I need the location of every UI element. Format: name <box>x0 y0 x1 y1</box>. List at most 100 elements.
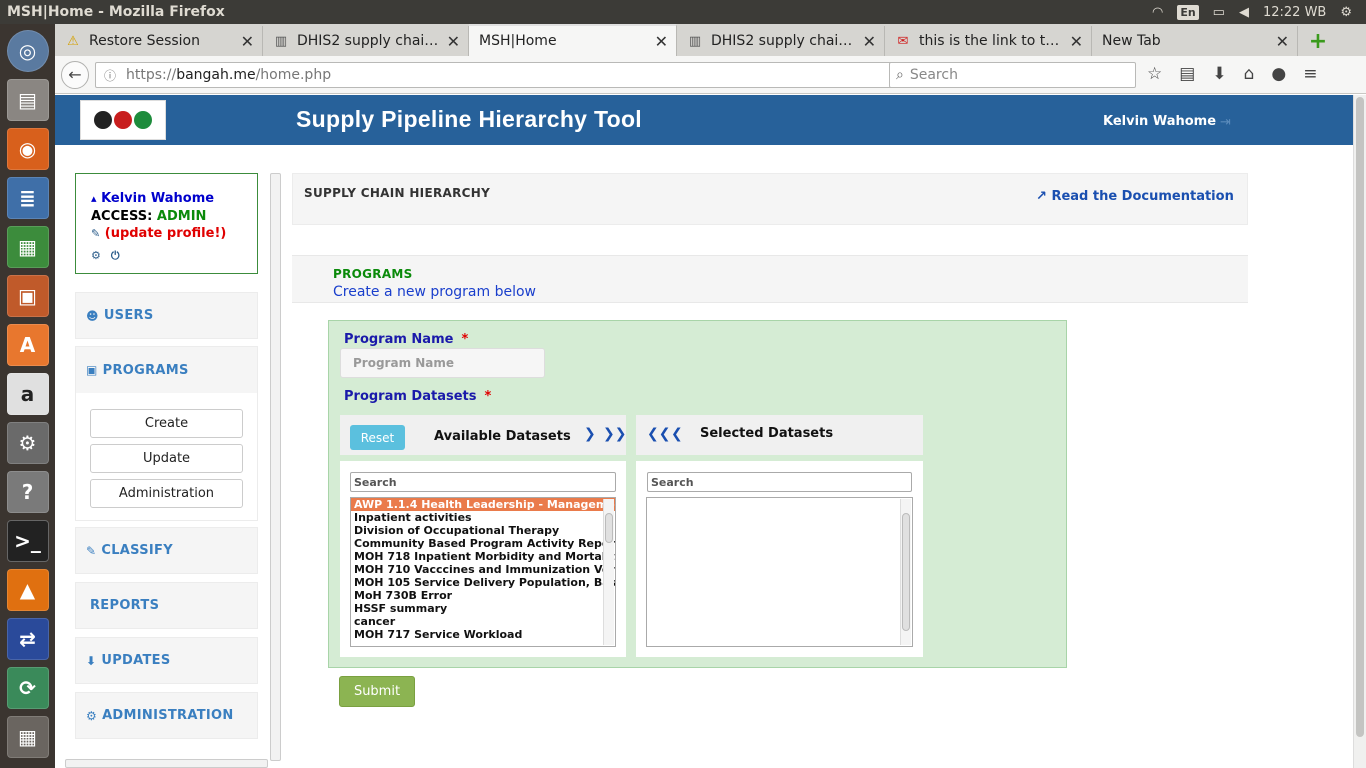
available-datasets-panel: Search AWP 1.1.4 Health Leadership - Man… <box>340 461 626 657</box>
sidebar-item-updates[interactable]: ⬇ UPDATES <box>75 637 258 684</box>
close-tab-icon[interactable]: ✕ <box>241 32 254 51</box>
list-item[interactable]: Community Based Program Activity Report <box>351 537 615 550</box>
help-icon[interactable]: ? <box>6 471 49 513</box>
update-profile-link[interactable]: (update profile!) <box>105 226 227 241</box>
os-top-bar: MSH|Home - Mozilla Firefox ◠ En ▭ ◀ 12:2… <box>0 0 1366 24</box>
software-center-icon[interactable]: A <box>6 324 49 366</box>
sidebar-item-users[interactable]: ☻ USERS <box>75 292 258 339</box>
move-left-icon[interactable]: ❮ <box>671 426 683 442</box>
logo[interactable] <box>80 100 166 140</box>
calc-icon[interactable]: ▦ <box>6 226 49 268</box>
list-item[interactable]: AWP 1.1.4 Health Leadership - Management <box>351 498 615 511</box>
settings-gear-icon[interactable]: ⚙ <box>91 247 101 265</box>
create-program-button[interactable]: Create <box>90 409 243 438</box>
tab-restore-session[interactable]: ⚠ Restore Session ✕ <box>55 26 263 56</box>
new-tab-button[interactable]: + <box>1298 26 1338 56</box>
tab-gmail[interactable]: ✉ this is the link to the... ✕ <box>885 26 1092 56</box>
sidebar-item-programs[interactable]: ▣ PROGRAMS Create Update Administration <box>75 346 258 521</box>
network-tool-icon[interactable]: ⇄ <box>6 618 49 660</box>
url-bar[interactable]: ⓘ https://bangah.me/home.php ▾ ⟳ <box>95 62 941 88</box>
move-all-right-icon[interactable]: ❯❯ <box>603 426 626 442</box>
vlc-icon[interactable]: ▲ <box>6 569 49 611</box>
tab-new-tab[interactable]: New Tab ✕ <box>1092 26 1298 56</box>
sidebar-item-classify[interactable]: ✎ CLASSIFY <box>75 527 258 574</box>
close-tab-icon[interactable]: ✕ <box>1276 32 1289 51</box>
scroll-thumb[interactable] <box>1356 97 1364 737</box>
close-tab-icon[interactable]: ✕ <box>863 32 876 51</box>
clock[interactable]: 12:22 WB <box>1263 5 1326 20</box>
keyboard-layout-indicator[interactable]: En <box>1177 4 1199 20</box>
battery-icon[interactable]: ▭ <box>1213 5 1225 20</box>
close-tab-icon[interactable]: ✕ <box>655 32 668 51</box>
download-icon[interactable]: ⬇ <box>1212 64 1226 84</box>
chat-icon[interactable]: ● <box>1271 64 1286 84</box>
volume-icon[interactable]: ◀ <box>1239 5 1249 20</box>
available-datasets-list[interactable]: AWP 1.1.4 Health Leadership - Management… <box>350 497 616 647</box>
close-tab-icon[interactable]: ✕ <box>1070 32 1083 51</box>
edit-icon: ✎ <box>91 227 101 240</box>
power-icon[interactable]: ⏻ <box>111 247 120 265</box>
list-item[interactable]: Inpatient activities <box>351 511 615 524</box>
menu-icon[interactable]: ≡ <box>1303 64 1317 84</box>
update-program-button[interactable]: Update <box>90 444 243 473</box>
reading-list-icon[interactable]: ▤ <box>1179 64 1195 84</box>
site-info-icon[interactable]: ⓘ <box>104 67 116 84</box>
impress-icon[interactable]: ▣ <box>6 275 49 317</box>
writer-icon[interactable]: ≣ <box>6 177 49 219</box>
list-item[interactable]: MOH 105 Service Delivery Population, Bas… <box>351 576 615 589</box>
available-datasets-header: Reset Available Datasets ❯ ❯❯ <box>340 415 626 455</box>
sign-out-icon[interactable]: ⇥ <box>1220 115 1231 130</box>
workspace-switcher-icon[interactable]: ▦ <box>6 716 49 758</box>
wifi-icon[interactable]: ◠ <box>1152 5 1163 20</box>
update-profile-line[interactable]: ✎ (update profile!) <box>91 225 257 243</box>
page-scrollbar[interactable] <box>1353 95 1366 768</box>
reset-button[interactable]: Reset <box>350 425 405 450</box>
tab-dhis2-2[interactable]: ▥ DHIS2 supply chain ... ✕ <box>677 26 885 56</box>
list-item[interactable]: MOH 717 Service Workload <box>351 628 615 641</box>
administration-program-button[interactable]: Administration <box>90 479 243 508</box>
settings-icon[interactable]: ⚙ <box>6 422 49 464</box>
logo-mark-red <box>114 111 132 129</box>
power-gear-icon[interactable]: ⚙ <box>1340 5 1352 20</box>
move-all-left-icon[interactable]: ❮❮ <box>647 426 670 442</box>
terminal-icon[interactable]: >_ <box>6 520 49 562</box>
list-item[interactable]: HSSF summary <box>351 602 615 615</box>
update-manager-icon[interactable]: ⟳ <box>6 667 49 709</box>
profile-name[interactable]: Kelvin Wahome <box>101 191 214 206</box>
submit-button[interactable]: Submit <box>339 676 415 707</box>
scroll-thumb[interactable] <box>902 513 910 631</box>
selected-search-input[interactable]: Search <box>647 472 912 492</box>
sidebar-horizontal-scrollbar[interactable] <box>65 759 268 768</box>
logo-mark-black <box>94 111 112 129</box>
list-item[interactable]: MOH 710 Vacccines and Immunization Versi… <box>351 563 615 576</box>
search-input[interactable]: ⌕ Search <box>889 62 1136 88</box>
tab-dhis2-1[interactable]: ▥ DHIS2 supply chain ... ✕ <box>263 26 469 56</box>
home-icon[interactable]: ⌂ <box>1244 64 1255 84</box>
list-item[interactable]: Division of Occupational Therapy <box>351 524 615 537</box>
bookmark-star-icon[interactable]: ☆ <box>1147 64 1162 84</box>
files-icon[interactable]: ▤ <box>6 79 49 121</box>
back-button[interactable]: ← <box>61 60 89 89</box>
external-link-icon: ↗ <box>1036 189 1047 204</box>
sidebar-scrollbar[interactable] <box>270 173 281 761</box>
list-item[interactable]: cancer <box>351 615 615 628</box>
selected-list-scrollbar[interactable] <box>900 499 911 645</box>
move-right-icon[interactable]: ❯ <box>584 426 596 442</box>
close-tab-icon[interactable]: ✕ <box>447 32 460 51</box>
firefox-icon[interactable]: ◉ <box>6 128 49 170</box>
amazon-icon[interactable]: a <box>6 373 49 415</box>
documentation-link[interactable]: ↗ Read the Documentation <box>1036 189 1234 204</box>
available-search-input[interactable]: Search <box>350 472 616 492</box>
scroll-thumb[interactable] <box>605 513 613 543</box>
tab-msh-home[interactable]: MSH|Home ✕ <box>469 24 677 56</box>
available-list-scrollbar[interactable] <box>603 499 614 645</box>
warning-icon: ⚠ <box>67 33 79 49</box>
list-item[interactable]: MOH 718 Inpatient Morbidity and Mortalit… <box>351 550 615 563</box>
sidebar-item-reports[interactable]: REPORTS <box>75 582 258 629</box>
sidebar-item-administration[interactable]: ⚙ ADMINISTRATION <box>75 692 258 739</box>
program-name-input[interactable]: Program Name <box>340 348 545 378</box>
header-user-name[interactable]: Kelvin Wahome <box>1103 114 1216 129</box>
selected-datasets-list[interactable] <box>646 497 913 647</box>
list-item[interactable]: MoH 730B Error <box>351 589 615 602</box>
dash-icon[interactable]: ◎ <box>6 30 49 72</box>
